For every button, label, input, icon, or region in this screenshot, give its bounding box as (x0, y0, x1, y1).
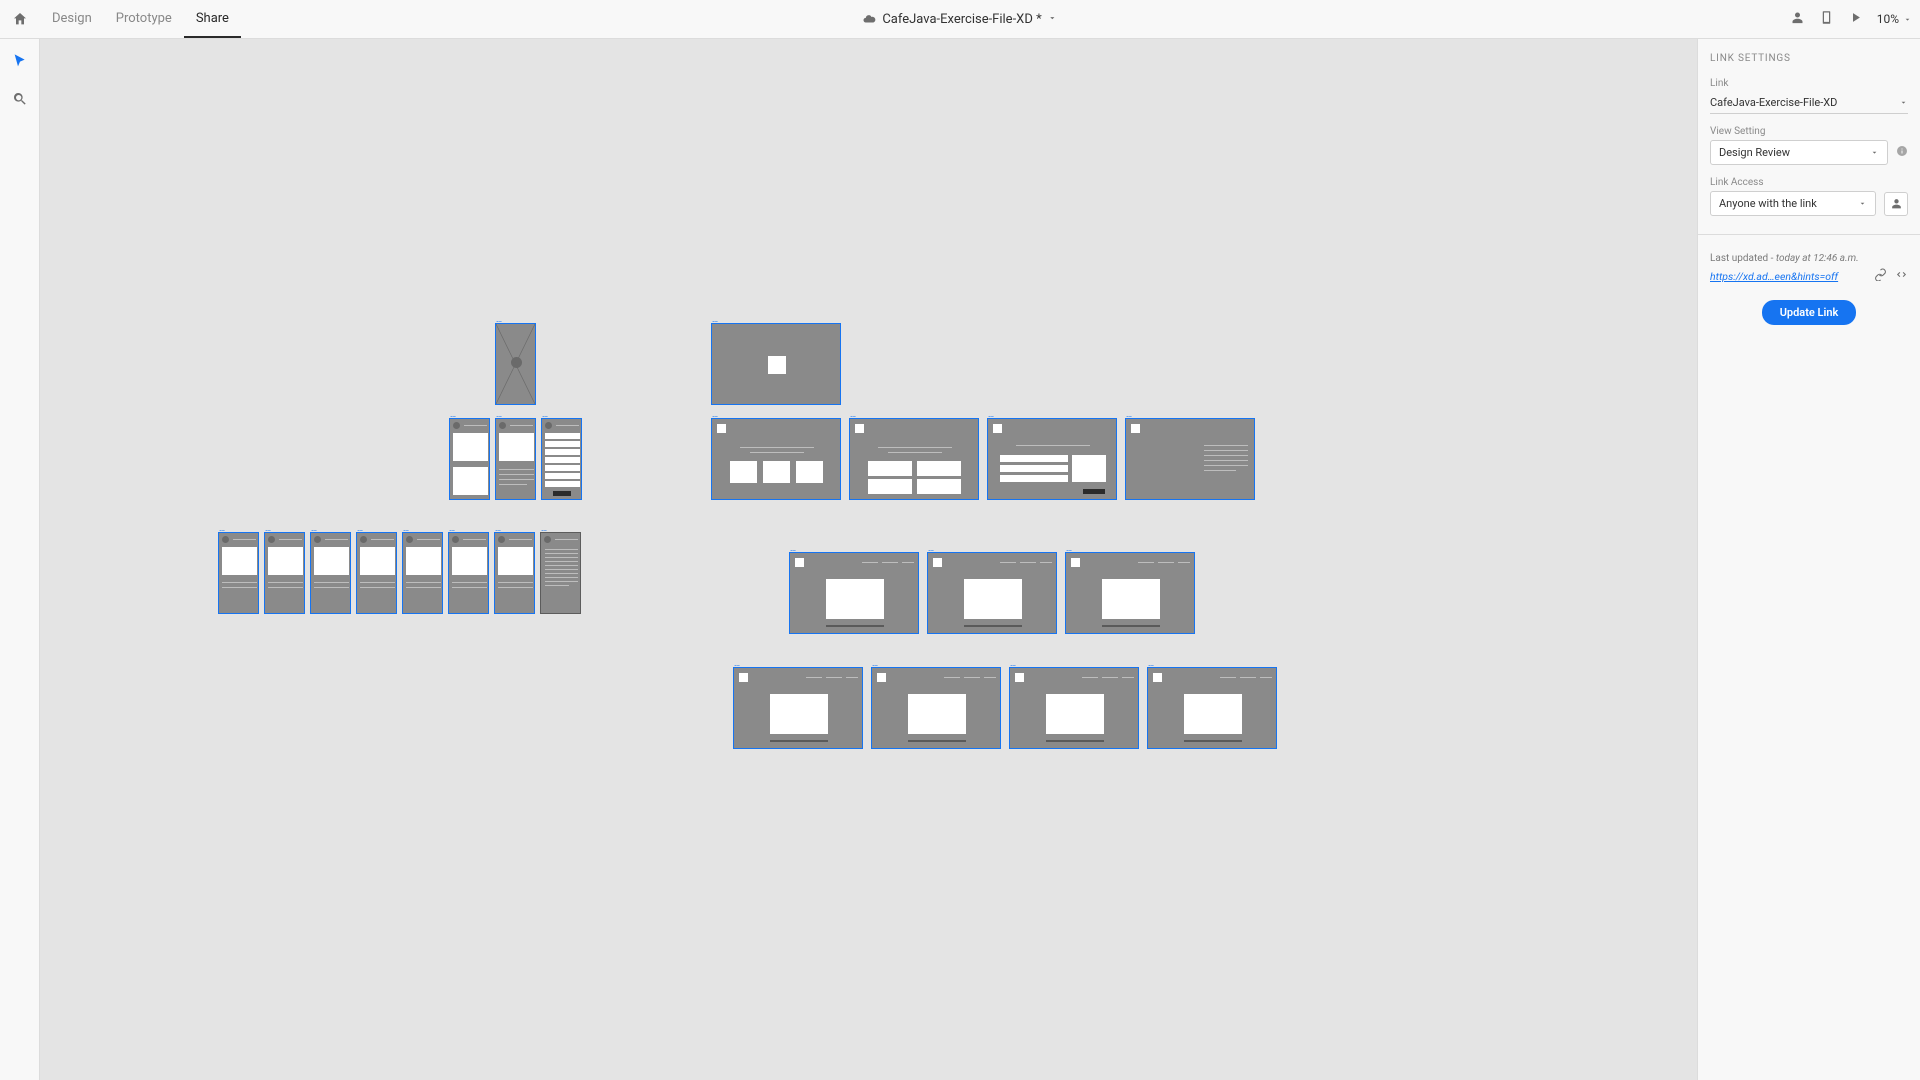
artboard-label: … (1148, 659, 1153, 669)
artboard-label: … (265, 524, 270, 534)
last-updated: Last updated - today at 12:46 a.m. (1710, 253, 1908, 264)
artboard-mobile[interactable]: … (218, 532, 259, 614)
view-setting-info[interactable] (1896, 145, 1908, 160)
zoom-tool[interactable] (12, 91, 28, 111)
artboard-label: … (311, 524, 316, 534)
search-icon (12, 91, 28, 107)
artboard-mobile[interactable]: … (264, 532, 305, 614)
profile-icon (1890, 197, 1903, 210)
tab-prototype[interactable]: Prototype (104, 0, 184, 38)
link-settings-panel: LINK SETTINGS Link CafeJava-Exercise-Fil… (1697, 39, 1920, 1080)
chevron-down-icon (1048, 12, 1058, 27)
artboard-desktop[interactable]: … (927, 552, 1057, 634)
update-link-button[interactable]: Update Link (1762, 300, 1857, 325)
artboard-label: … (495, 524, 500, 534)
view-setting-dropdown[interactable]: Design Review (1710, 140, 1888, 165)
artboard-label: … (541, 524, 546, 534)
artboard-mobile[interactable]: … (495, 418, 536, 500)
play-preview-button[interactable] (1848, 10, 1863, 29)
artboard-desktop[interactable]: … (1125, 418, 1255, 500)
document-title[interactable]: CafeJava-Exercise-File-XD * (862, 0, 1057, 39)
artboard-mobile[interactable]: … (402, 532, 443, 614)
profile-icon (1790, 10, 1805, 25)
invite-people-button[interactable] (1884, 192, 1908, 216)
chevron-down-icon (1903, 15, 1912, 24)
link-access-value: Anyone with the link (1719, 197, 1817, 210)
artboard-mobile[interactable]: … (310, 532, 351, 614)
artboard-mobile[interactable]: … (449, 418, 490, 500)
home-icon (12, 11, 28, 27)
tab-share[interactable]: Share (184, 0, 241, 38)
canvas[interactable]: … … … … … … … … … … … … (40, 39, 1697, 1080)
artboard-desktop[interactable]: … (987, 418, 1117, 500)
artboard-desktop-hero[interactable]: … (711, 323, 841, 405)
artboard-desktop[interactable]: … (1065, 552, 1195, 634)
artboard-label: … (1066, 544, 1071, 554)
artboard-label: … (542, 410, 547, 420)
artboard-label: … (496, 410, 501, 420)
zoom-dropdown[interactable]: 10% (1877, 12, 1912, 26)
artboard-label: … (988, 410, 993, 420)
copy-link-button[interactable] (1874, 268, 1887, 284)
play-icon (1848, 10, 1863, 25)
artboard-label: … (357, 524, 362, 534)
link-value: CafeJava-Exercise-File-XD (1710, 96, 1837, 109)
artboard-desktop[interactable]: … (1009, 667, 1139, 749)
zoom-value: 10% (1877, 12, 1899, 26)
artboard-label: … (1126, 410, 1131, 420)
link-field-label: Link (1710, 78, 1908, 89)
artboard-label: … (1010, 659, 1015, 669)
share-url[interactable]: https://xd.ad…een&hints=off (1710, 270, 1866, 283)
artboard-label: … (403, 524, 408, 534)
artboard-label: … (872, 659, 877, 669)
view-setting-label: View Setting (1710, 126, 1908, 137)
embed-icon (1895, 268, 1908, 281)
artboard-label: … (734, 659, 739, 669)
device-preview-button[interactable] (1819, 10, 1834, 29)
chevron-down-icon (1870, 148, 1879, 157)
profile-button[interactable] (1790, 10, 1805, 29)
artboard-mobile-text[interactable]: … (540, 532, 581, 614)
artboard-label: … (790, 544, 795, 554)
artboard-label: … (450, 410, 455, 420)
artboard-mobile-hero[interactable]: … (495, 323, 536, 405)
view-setting-value: Design Review (1719, 146, 1790, 159)
document-title-text: CafeJava-Exercise-File-XD * (882, 12, 1041, 27)
artboard-mobile[interactable]: … (448, 532, 489, 614)
artboard-mobile[interactable]: … (494, 532, 535, 614)
mobile-icon (1819, 10, 1834, 25)
home-button[interactable] (0, 0, 40, 38)
artboard-label: … (712, 315, 717, 325)
artboard-label: … (850, 410, 855, 420)
chevron-down-icon (1899, 98, 1908, 107)
artboard-desktop[interactable]: … (871, 667, 1001, 749)
link-access-dropdown[interactable]: Anyone with the link (1710, 191, 1876, 216)
artboard-mobile[interactable]: … (541, 418, 582, 500)
artboard-label: … (449, 524, 454, 534)
link-access-label: Link Access (1710, 177, 1908, 188)
panel-heading: LINK SETTINGS (1710, 53, 1908, 64)
artboard-desktop[interactable]: … (1147, 667, 1277, 749)
x-placeholder-icon (496, 324, 535, 404)
artboard-desktop[interactable]: … (711, 418, 841, 500)
select-tool[interactable] (12, 53, 28, 73)
info-icon (1896, 145, 1908, 157)
embed-button[interactable] (1895, 268, 1908, 284)
chevron-down-icon (1858, 199, 1867, 208)
artboard-label: … (712, 410, 717, 420)
link-icon (1874, 268, 1887, 281)
artboard-label: … (928, 544, 933, 554)
artboard-desktop[interactable]: … (733, 667, 863, 749)
link-select[interactable]: CafeJava-Exercise-File-XD (1710, 92, 1908, 114)
tab-design[interactable]: Design (40, 0, 104, 38)
cloud-icon (862, 12, 876, 26)
artboard-mobile[interactable]: … (356, 532, 397, 614)
select-arrow-icon (12, 53, 28, 69)
artboard-label: … (219, 524, 224, 534)
artboard-desktop[interactable]: … (849, 418, 979, 500)
artboard-desktop[interactable]: … (789, 552, 919, 634)
